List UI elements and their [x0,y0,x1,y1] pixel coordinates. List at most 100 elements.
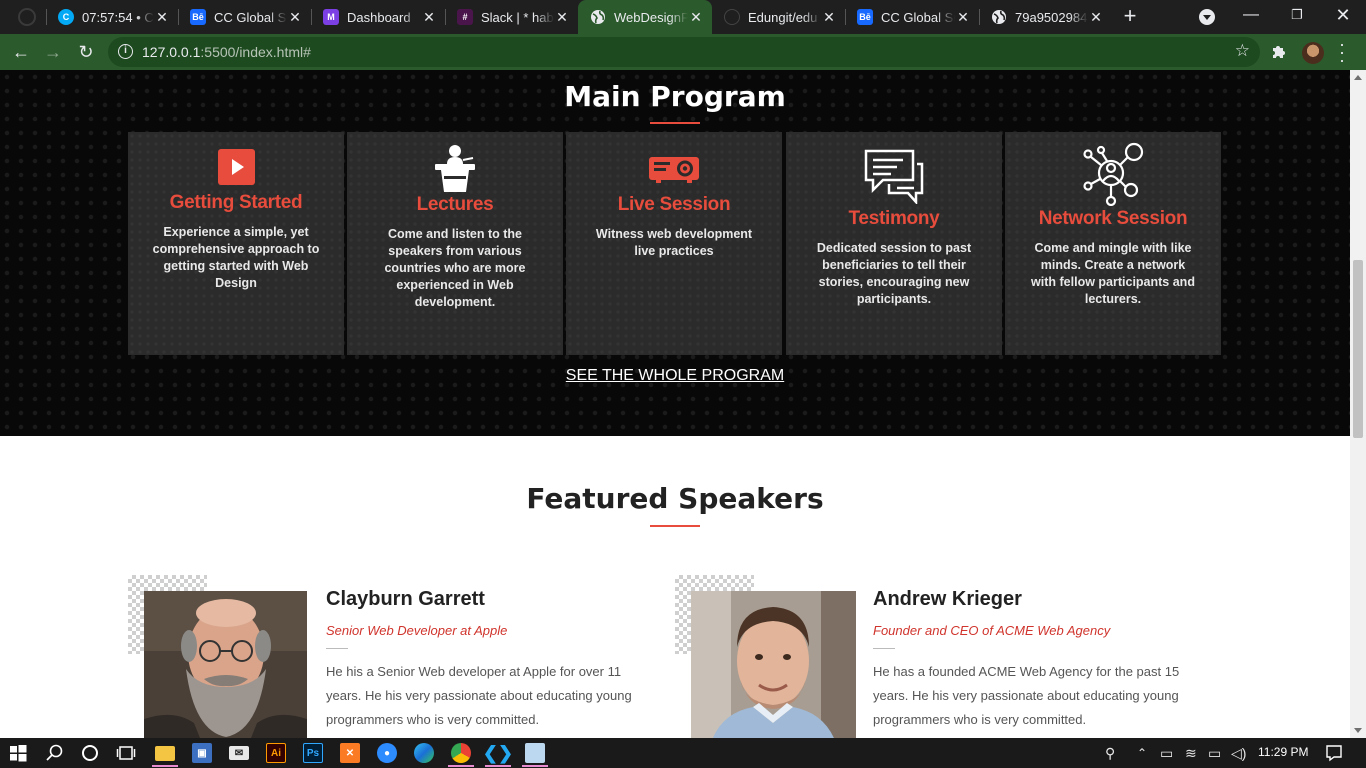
window-menu-icon[interactable] [18,8,36,26]
card-description: Witness web development live practices [595,227,753,258]
minimize-button[interactable]: — [1228,0,1274,32]
browser-tab[interactable]: # Slack | * habe ✕ [445,0,578,34]
scroll-down-arrow-icon[interactable] [1354,728,1362,733]
store-icon[interactable]: ▣ [192,743,212,763]
active-app-indicator [522,765,548,767]
illustrator-icon[interactable]: Ai [266,743,286,763]
browser-tab-strip: C 07:57:54 • Cl ✕ Bē CC Global Su ✕ M Da… [0,0,1366,34]
card-title: Live Session [617,194,731,215]
meet-now-icon[interactable]: ▭ [1160,745,1173,761]
restore-button[interactable]: ❐ [1274,0,1320,32]
browser-toolbar: ← → ↻ i 127.0.0.1:5500/index.html# ☆ [0,34,1366,70]
main-program-section: Main Program Getting Started Experience … [0,70,1350,436]
volume-icon[interactable]: ◁) [1231,745,1246,761]
search-icon[interactable] [45,743,65,763]
see-whole-program-link[interactable]: SEE THE WHOLE PROGRAM [0,367,1350,385]
active-app-indicator [152,765,178,767]
browser-tab[interactable]: 79a9502984 ✕ [979,0,1112,34]
card-title: Getting Started [169,192,303,213]
close-tab-icon[interactable]: ✕ [688,9,704,25]
speaker-photo [144,591,307,738]
tab-separator [445,9,446,25]
windows-start-icon[interactable] [8,743,28,763]
chat-bubbles-icon [786,148,1002,204]
dashboard-app-icon: M [323,9,339,25]
speaker-role: Founder and CEO of ACME Web Agency [873,623,1111,638]
show-hidden-icons-chevron-icon[interactable]: ⌃ [1137,745,1147,761]
forward-button[interactable]: → [41,40,65,64]
url-text[interactable]: 127.0.0.1:5500/index.html# [142,44,311,60]
close-tab-icon[interactable]: ✕ [421,9,437,25]
browser-tab[interactable]: M Dashboard ✕ [311,0,445,34]
tab-title: Edungit/edu [748,9,818,25]
notepad-icon[interactable] [525,743,545,763]
wifi-icon[interactable]: ≋ [1185,745,1197,761]
xampp-icon[interactable]: ✕ [340,743,360,763]
tab-title: Dashboard [347,9,411,25]
active-app-indicator [485,765,511,767]
browser-tab-active[interactable]: WebDesignP ✕ [578,0,712,34]
new-tab-button[interactable]: + [1118,5,1142,29]
page-viewport: Main Program Getting Started Experience … [0,70,1350,738]
tab-title: 79a9502984 [1015,9,1088,25]
github-icon [724,9,740,25]
zoom-icon[interactable]: ● [377,743,397,763]
card-title: Lectures [416,194,494,215]
card-description: Dedicated session to past beneficiaries … [816,241,972,306]
network-icon [1005,142,1221,206]
task-view-icon[interactable] [116,743,136,763]
cortana-icon[interactable] [80,743,100,763]
tab-separator [979,9,980,25]
address-bar[interactable]: i 127.0.0.1:5500/index.html# ☆ [108,37,1260,67]
site-info-icon[interactable]: i [118,44,133,59]
back-button[interactable]: ← [9,40,33,64]
card-description: Come and listen to the speakers from var… [384,227,526,309]
close-tab-icon[interactable]: ✕ [554,9,570,25]
browser-tab[interactable]: C 07:57:54 • Cl ✕ [46,0,178,34]
chrome-icon[interactable] [451,743,471,763]
close-tab-icon[interactable]: ✕ [1088,9,1104,25]
speaker-divider [873,648,895,649]
card-title: Testimony [848,208,940,229]
file-explorer-icon[interactable] [155,746,175,761]
url-host: 127.0.0.1 [142,44,201,60]
lectern-icon [347,142,563,194]
tab-search-icon[interactable] [1199,9,1215,25]
edge-icon[interactable] [414,743,434,763]
scroll-up-arrow-icon[interactable] [1354,75,1362,80]
vscode-icon[interactable]: ❮❯ [483,743,513,763]
scrollbar-thumb[interactable] [1353,260,1363,438]
card-title: Network Session [1038,208,1188,229]
close-tab-icon[interactable]: ✕ [154,9,170,25]
browser-tab[interactable]: Bē CC Global Su ✕ [178,0,311,34]
browser-tab[interactable]: Bē CC Global Su ✕ [845,0,979,34]
taskbar-clock[interactable]: 11:29 PM [1258,745,1308,759]
browser-menu-icon[interactable]: · · · [1336,35,1348,69]
tab-separator [311,9,312,25]
people-icon[interactable]: ⚲ [1105,745,1115,761]
tab-separator [845,9,846,25]
page-scrollbar[interactable] [1350,70,1366,738]
close-tab-icon[interactable]: ✕ [287,9,303,25]
tab-title: 07:57:54 • Cl [82,9,154,25]
program-card-getting-started: Getting Started Experience a simple, yet… [128,132,344,355]
bookmark-star-icon[interactable]: ☆ [1235,41,1250,61]
battery-icon[interactable]: ▭ [1208,745,1221,761]
notifications-icon[interactable] [1324,743,1344,763]
browser-tab[interactable]: Edungit/edu ✕ [712,0,845,34]
reload-button[interactable]: ↻ [74,40,98,64]
globe-icon [590,9,606,25]
photoshop-icon[interactable]: Ps [303,743,323,763]
profile-avatar[interactable] [1302,42,1324,64]
extensions-puzzle-icon[interactable] [1271,43,1287,59]
projector-icon [566,154,782,184]
featured-speakers-title: Featured Speakers [526,482,824,515]
close-window-button[interactable]: ✕ [1320,0,1366,32]
close-tab-icon[interactable]: ✕ [821,9,837,25]
title-underline [650,525,700,527]
main-program-title: Main Program [564,80,786,113]
mail-icon[interactable]: ✉ [229,746,249,760]
close-tab-icon[interactable]: ✕ [955,9,971,25]
slack-icon: # [457,9,473,25]
tab-title: CC Global Su [214,9,287,25]
